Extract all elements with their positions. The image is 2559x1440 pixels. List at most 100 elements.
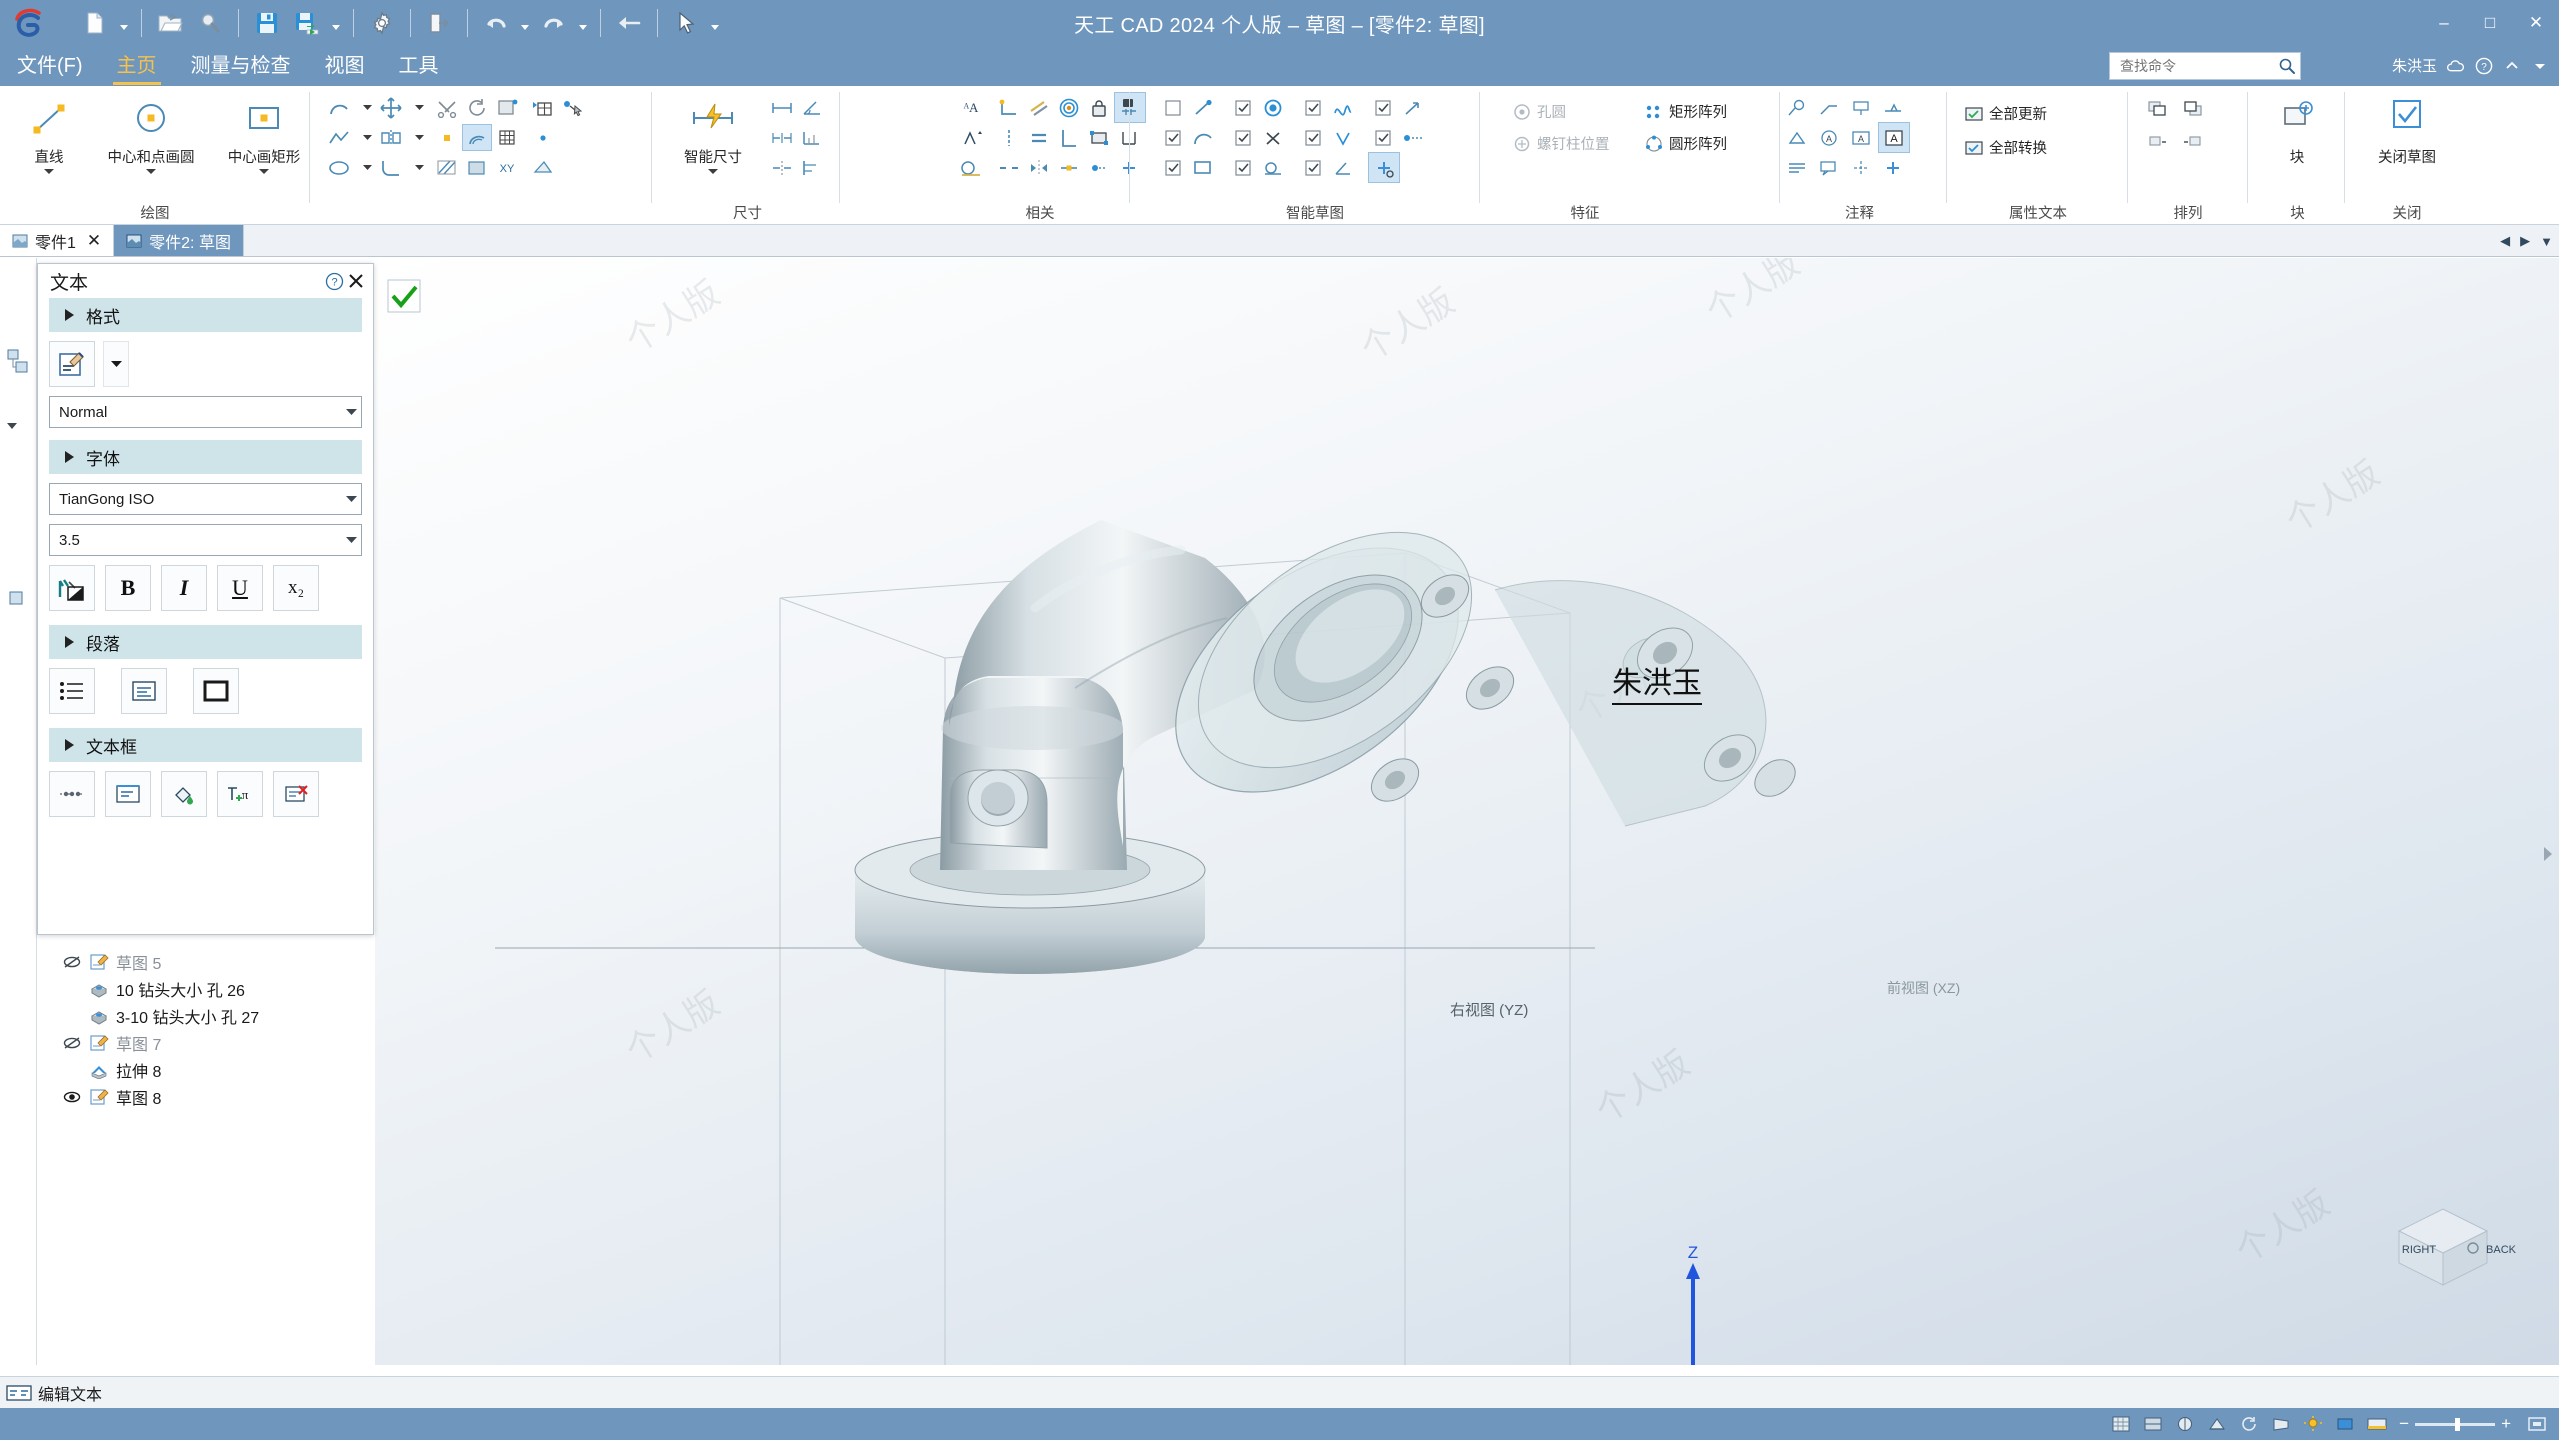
dim-angle-icon[interactable]	[797, 94, 827, 121]
zoom-out-button[interactable]: −	[2399, 1414, 2409, 1434]
ss-settings-icon[interactable]	[1368, 152, 1400, 183]
convert-all-button[interactable]: 全部转换	[1960, 134, 2053, 161]
ss-tangent2-icon[interactable]	[1258, 154, 1288, 181]
section-header-paragraph[interactable]: 段落	[49, 625, 362, 659]
chevron-down-icon[interactable]	[346, 495, 357, 503]
tool-rotate-icon[interactable]	[462, 94, 492, 121]
ss-rect-icon[interactable]	[1188, 154, 1218, 181]
ribbon-options-caret-icon[interactable]	[2530, 56, 2549, 75]
minimize-button[interactable]: –	[2421, 0, 2467, 46]
rel-parallel-icon[interactable]	[1024, 94, 1054, 121]
arrange-send-back-icon[interactable]	[2178, 94, 2208, 121]
ribbon-button-rectangle-by-center[interactable]: 中心画矩形	[212, 92, 316, 175]
paragraph-align-button[interactable]	[121, 668, 167, 714]
open-file-button[interactable]	[151, 4, 189, 42]
ann-datum-icon[interactable]	[1846, 94, 1876, 121]
rel-text-style-icon[interactable]: ᴬA	[956, 94, 986, 121]
back-button[interactable]	[610, 4, 648, 42]
ss-v-icon[interactable]	[1328, 124, 1358, 151]
font-family-combo[interactable]: TianGong ISO	[49, 483, 362, 515]
tool-region-icon[interactable]	[528, 154, 558, 181]
ss-circle-filled-icon[interactable]	[1258, 94, 1288, 121]
underline-button[interactable]: U	[217, 565, 263, 611]
ss-check5-icon[interactable]	[1158, 124, 1188, 151]
exit-button[interactable]	[420, 4, 458, 42]
hidden-eye-icon[interactable]	[62, 955, 82, 969]
undo-caret-icon[interactable]	[517, 4, 533, 42]
ann-balloon-list-icon[interactable]	[1782, 154, 1812, 181]
text-style-dropdown-button[interactable]	[103, 341, 129, 387]
menu-item-home[interactable]: 主页	[100, 49, 174, 86]
dim-symmetric-icon[interactable]	[767, 154, 797, 181]
select-caret-icon[interactable]	[707, 4, 723, 42]
update-all-button[interactable]: 全部更新	[1960, 100, 2053, 127]
tool-arc-icon[interactable]	[324, 94, 354, 121]
hidden-eye-icon[interactable]	[62, 1036, 82, 1050]
ss-check10-icon[interactable]	[1228, 154, 1258, 181]
canvas-scroll-right-icon[interactable]	[2541, 845, 2555, 863]
zoom-slider[interactable]: − +	[2399, 1414, 2511, 1434]
redo-button[interactable]	[535, 4, 573, 42]
pathfinder-icon[interactable]	[6, 348, 30, 378]
light-icon[interactable]	[2299, 1412, 2327, 1436]
ss-angle-icon[interactable]	[1328, 154, 1358, 181]
save-as-button[interactable]	[288, 4, 326, 42]
ss-check8-icon[interactable]	[1368, 124, 1398, 151]
material-icon[interactable]	[2331, 1412, 2359, 1436]
tool-shade-icon[interactable]	[462, 154, 492, 181]
view-shade-icon[interactable]	[2139, 1412, 2167, 1436]
rel-concentric-icon[interactable]	[1054, 94, 1084, 121]
bullet-list-button[interactable]	[49, 668, 95, 714]
close-icon[interactable]	[345, 270, 367, 292]
dim-distance-icon[interactable]	[767, 94, 797, 121]
rel-rigid-set-icon[interactable]	[1084, 124, 1114, 151]
grid-snap-icon[interactable]	[2107, 1412, 2135, 1436]
tool-text-point-icon[interactable]	[528, 124, 558, 151]
feature-hole-circle-button[interactable]: 孔圆	[1508, 98, 1572, 125]
ss-line-icon[interactable]	[1188, 94, 1218, 121]
tool-mirror-caret-icon[interactable]	[404, 124, 434, 151]
tab-next-icon[interactable]: ▶	[2520, 233, 2530, 249]
ann-label-A-icon[interactable]: A	[1814, 124, 1844, 151]
ss-check1-icon[interactable]	[1158, 94, 1188, 121]
ss-check9-icon[interactable]	[1158, 154, 1188, 181]
close-button[interactable]: ✕	[2513, 0, 2559, 46]
tool-fillet-icon[interactable]	[376, 154, 406, 181]
rel-symmetric-icon[interactable]	[1024, 154, 1054, 181]
tree-row-sketch7[interactable]: 草图 7	[62, 1029, 259, 1056]
insert-symbol-button[interactable]: π	[217, 771, 263, 817]
search-icon[interactable]	[2278, 57, 2296, 75]
ss-check11-icon[interactable]	[1298, 154, 1328, 181]
menu-item-view[interactable]: 视图	[308, 49, 382, 86]
ann-weld-icon[interactable]	[1878, 94, 1908, 121]
feature-screw-post-button[interactable]: 螺钉柱位置	[1508, 130, 1616, 157]
perspective-icon[interactable]	[2267, 1412, 2295, 1436]
fit-window-icon[interactable]	[2523, 1412, 2551, 1436]
arrange-forward-icon[interactable]	[2142, 128, 2172, 155]
new-file-button[interactable]	[76, 4, 114, 42]
chevron-down-icon[interactable]	[707, 168, 719, 175]
rel-tangent-icon[interactable]	[956, 154, 986, 181]
undo-button[interactable]	[477, 4, 515, 42]
document-tab-part1[interactable]: 零件1 ✕	[0, 225, 115, 256]
tab-prev-icon[interactable]: ◀	[2500, 233, 2510, 249]
rel-maintain-icon[interactable]	[1114, 92, 1146, 123]
menu-item-tools[interactable]: 工具	[382, 49, 456, 86]
redo-caret-icon[interactable]	[575, 4, 591, 42]
tool-xy-icon[interactable]: XY	[492, 154, 522, 181]
print-preview-button[interactable]	[191, 4, 229, 42]
close-icon[interactable]: ✕	[87, 231, 101, 251]
panel-handle-icon[interactable]	[6, 588, 26, 608]
tree-row-extrude8[interactable]: 拉伸 8	[62, 1056, 259, 1083]
rel-midpoint-icon[interactable]	[1054, 154, 1084, 181]
render-icon[interactable]	[2171, 1412, 2199, 1436]
rotate-icon[interactable]	[2235, 1412, 2263, 1436]
tool-offset-icon[interactable]	[462, 124, 492, 151]
cloud-icon[interactable]	[2446, 56, 2465, 75]
tool-point-icon[interactable]	[432, 124, 462, 151]
tool-fillet-caret-icon[interactable]	[404, 154, 434, 181]
ss-arc-icon[interactable]	[1188, 124, 1218, 151]
ann-center-mark-icon[interactable]	[1846, 154, 1876, 181]
ss-arrow-icon[interactable]	[1398, 94, 1428, 121]
tool-table-icon[interactable]	[528, 94, 558, 121]
